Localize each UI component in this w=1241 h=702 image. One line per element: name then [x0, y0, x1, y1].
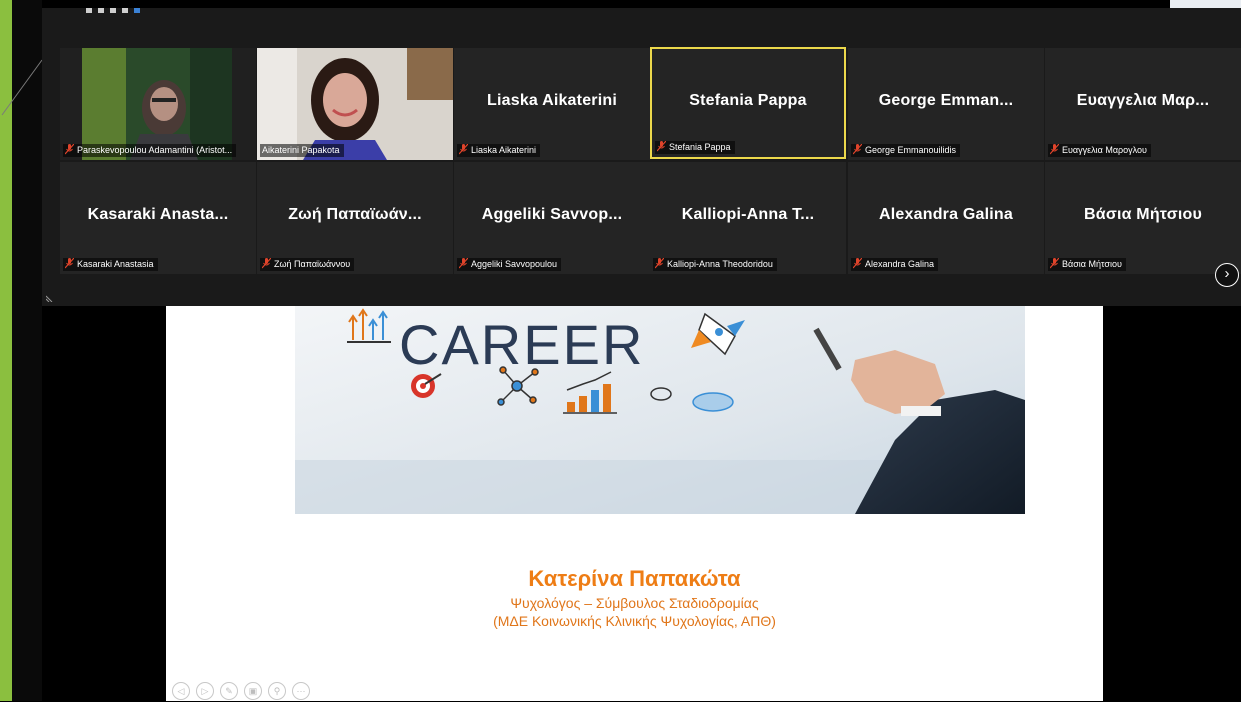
window-controls: [86, 8, 140, 16]
participant-tile[interactable]: Kalliopi-Anna T... Kalliopi-Anna Theodor…: [650, 162, 846, 274]
presenter-name: Κατερίνα Παπακώτα: [528, 566, 741, 591]
participant-name-caption: Alexandra Galina: [851, 258, 939, 271]
participant-tile-active-speaker[interactable]: Stefania Pappa Stefania Pappa: [650, 47, 846, 159]
muted-mic-icon: [459, 258, 468, 269]
participant-tile-video[interactable]: Paraskevopoulou Adamantini (Aristot...: [60, 48, 256, 160]
next-page-button[interactable]: ›: [1215, 263, 1239, 287]
participant-display-name: Aggeliki Savvop...: [481, 206, 623, 223]
muted-mic-icon: [459, 144, 468, 155]
muted-mic-icon: [262, 258, 271, 269]
window-dot-icon[interactable]: [134, 8, 140, 13]
participant-gallery: Paraskevopoulou Adamantini (Aristot... A…: [42, 8, 1241, 306]
muted-mic-icon: [1050, 144, 1059, 155]
window-dot-icon[interactable]: [98, 8, 104, 13]
participant-tile[interactable]: Βάσια Μήτσιου Βάσια Μήτσιου: [1045, 162, 1241, 274]
participant-name-caption: Aikaterini Papakota: [260, 144, 344, 157]
window-top-edge: [1170, 0, 1241, 8]
presenter-role: Ψυχολόγος – Σύμβουλος Σταδιοδρομίας: [510, 595, 759, 611]
participant-display-name: Kasaraki Anasta...: [87, 206, 229, 223]
resize-handle-icon[interactable]: [46, 294, 54, 302]
participant-name-caption: Stefania Pappa: [655, 141, 735, 154]
career-word: CAREER: [399, 313, 644, 376]
participant-display-name: Ζωή Παπαϊωάν...: [288, 206, 422, 223]
participant-name-caption: Kasaraki Anastasia: [63, 258, 158, 271]
presenter-degree: (ΜΔΕ Κοινωνικής Κλινικής Ψυχολογίας, ΑΠΘ…: [493, 613, 776, 629]
participant-display-name: Stefania Pappa: [689, 92, 807, 109]
participant-tile[interactable]: George Emman... George Emmanouilidis: [848, 48, 1044, 160]
slideshow-controls: ◁ ▷ ✎ ▣ ⚲ ···: [172, 682, 310, 702]
muted-mic-icon: [657, 141, 666, 152]
muted-mic-icon: [65, 258, 74, 269]
participant-tile[interactable]: Ζωή Παπαϊωάν... Ζωή Παπαϊωάννου: [257, 162, 453, 274]
participant-name-caption: Paraskevopoulou Adamantini (Aristot...: [63, 144, 237, 157]
window-dot-icon[interactable]: [86, 8, 92, 13]
career-banner-image: CAREER: [295, 290, 1025, 514]
participant-display-name: Kalliopi-Anna T...: [681, 206, 815, 223]
muted-mic-icon: [655, 258, 664, 269]
muted-mic-icon: [1050, 258, 1059, 269]
participant-tile[interactable]: Kasaraki Anasta... Kasaraki Anastasia: [60, 162, 256, 274]
participant-tile-video[interactable]: Aikaterini Papakota: [257, 48, 453, 160]
muted-mic-icon: [853, 144, 862, 155]
muted-mic-icon: [853, 258, 862, 269]
participant-name-caption: Liaska Aikaterini: [457, 144, 541, 157]
participant-display-name: Βάσια Μήτσιου: [1084, 206, 1202, 223]
shared-slide: CAREER Κατερίνα Παπακώτα Ψυχολόγος – Σύμ…: [166, 290, 1103, 701]
pen-icon[interactable]: ✎: [220, 682, 238, 700]
participant-name-caption: George Emmanouilidis: [851, 144, 961, 157]
participant-display-name: Liaska Aikaterini: [487, 92, 617, 109]
participant-name-caption: Ευαγγελια Μαρογλου: [1048, 144, 1151, 157]
previous-icon[interactable]: ◁: [172, 682, 190, 700]
participant-name-caption: Ζωή Παπαϊωάννου: [260, 258, 355, 271]
muted-mic-icon: [65, 144, 74, 155]
more-icon[interactable]: ···: [292, 682, 310, 700]
participant-tile[interactable]: Ευαγγελια Μαρ... Ευαγγελια Μαρογλου: [1045, 48, 1241, 160]
participant-tile[interactable]: Aggeliki Savvop... Aggeliki Savvopoulou: [454, 162, 650, 274]
slides-icon[interactable]: ▣: [244, 682, 262, 700]
zoom-icon[interactable]: ⚲: [268, 682, 286, 700]
chevron-right-icon: ›: [1224, 265, 1230, 282]
participant-display-name: Alexandra Galina: [879, 206, 1013, 223]
next-icon[interactable]: ▷: [196, 682, 214, 700]
participant-display-name: Ευαγγελια Μαρ...: [1076, 92, 1210, 109]
window-dot-icon[interactable]: [110, 8, 116, 13]
participant-tile[interactable]: Alexandra Galina Alexandra Galina: [848, 162, 1044, 274]
participant-name-caption: Kalliopi-Anna Theodoridou: [653, 258, 777, 271]
participant-name-caption: Aggeliki Savvopoulou: [457, 258, 562, 271]
window-dot-icon[interactable]: [122, 8, 128, 13]
participant-display-name: George Emman...: [878, 92, 1014, 109]
participant-name-caption: Βάσια Μήτσιου: [1048, 258, 1126, 271]
participant-tile[interactable]: Liaska Aikaterini Liaska Aikaterini: [454, 48, 650, 160]
